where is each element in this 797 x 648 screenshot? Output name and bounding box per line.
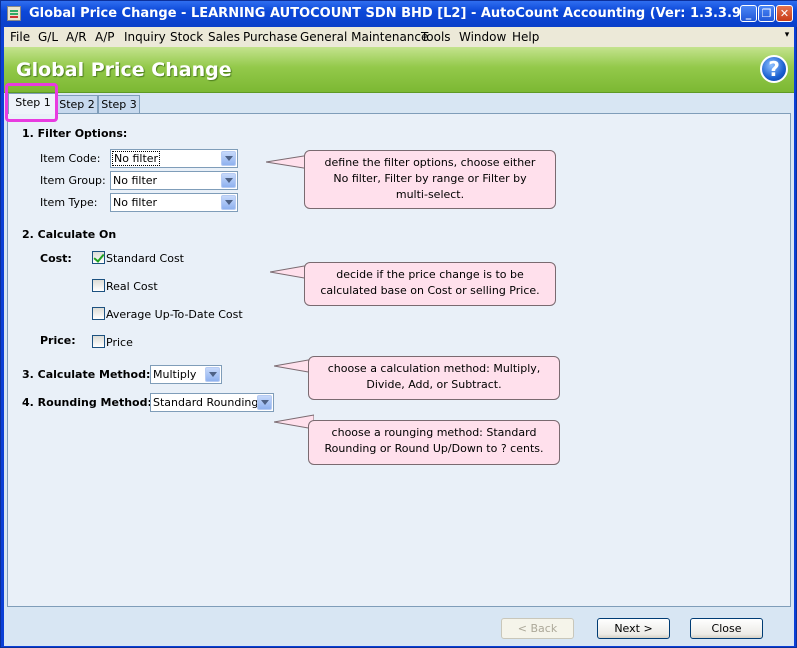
help-icon[interactable]: ? xyxy=(760,55,788,83)
item-group-label: Item Group: xyxy=(40,174,106,187)
chevron-down-icon[interactable] xyxy=(221,151,236,166)
calculate-callout-line: calculated base on Cost or selling Price… xyxy=(320,284,540,297)
average-cost-checkbox[interactable] xyxy=(92,307,105,320)
calculate-method-value: Multiply xyxy=(153,368,197,381)
filter-callout-line: multi-select. xyxy=(395,188,465,201)
calculate-callout: decide if the price change is to be calc… xyxy=(304,262,556,306)
chevron-down-icon[interactable] xyxy=(257,395,272,410)
tab-step-3[interactable]: Step 3 xyxy=(98,95,140,113)
chevron-down-icon[interactable] xyxy=(221,173,236,188)
minimize-button[interactable]: _ xyxy=(740,5,757,22)
tab-step-2[interactable]: Step 2 xyxy=(56,95,98,113)
calculate-on-heading: 2. Calculate On xyxy=(22,228,117,241)
calculate-method-select[interactable]: Multiply xyxy=(150,365,222,384)
menu-ar[interactable]: A/R xyxy=(66,30,87,44)
menu-tools[interactable]: Tools xyxy=(421,30,451,44)
menu-sales[interactable]: Sales xyxy=(208,30,240,44)
rounding-callout-line: choose a rounging method: Standard xyxy=(331,426,537,439)
method-callout-line: Divide, Add, or Subtract. xyxy=(366,378,502,391)
rounding-method-value: Standard Rounding xyxy=(153,396,259,409)
item-type-label: Item Type: xyxy=(40,196,98,209)
back-button[interactable]: < Back xyxy=(501,618,574,639)
menu-bar: File G/L A/R A/P Inquiry Stock Sales Pur… xyxy=(4,27,794,47)
filter-callout: define the filter options, choose either… xyxy=(304,150,556,209)
menu-gl[interactable]: G/L xyxy=(38,30,58,44)
chevron-down-icon[interactable] xyxy=(205,367,220,382)
price-checkbox[interactable] xyxy=(92,335,105,348)
real-cost-checkbox[interactable] xyxy=(92,279,105,292)
filter-callout-line: define the filter options, choose either xyxy=(324,156,536,169)
close-window-button[interactable]: ✕ xyxy=(776,5,793,22)
item-code-select[interactable]: No filter xyxy=(110,149,238,168)
method-callout-line: choose a calculation method: Multiply, xyxy=(327,362,541,375)
close-button[interactable]: Close xyxy=(690,618,763,639)
step-tabs: Step 1 Step 2 Step 3 xyxy=(4,93,794,114)
cost-label: Cost: xyxy=(40,252,72,265)
tab-highlight-annotation xyxy=(5,83,58,122)
chevron-down-icon[interactable] xyxy=(221,195,236,210)
item-group-select[interactable]: No filter xyxy=(110,171,238,190)
menu-overflow-icon[interactable]: ▾ xyxy=(782,30,792,44)
price-checkbox-label[interactable]: Price xyxy=(106,336,133,349)
standard-cost-checkbox[interactable] xyxy=(92,251,105,264)
calculate-method-label: 3. Calculate Method: xyxy=(22,368,151,381)
menu-general-maintenance[interactable]: General Maintenance xyxy=(300,30,428,44)
app-icon xyxy=(7,6,21,21)
standard-cost-label[interactable]: Standard Cost xyxy=(106,252,184,265)
step-1-panel: 1. Filter Options: Item Code: No filter … xyxy=(7,113,791,607)
restore-button[interactable]: ❐ xyxy=(758,5,775,22)
item-code-value: No filter xyxy=(111,151,161,166)
client-area: Global Price Change ? Step 1 Step 2 Step… xyxy=(4,47,794,646)
menu-help[interactable]: Help xyxy=(512,30,539,44)
window-title: Global Price Change - LEARNING AUTOCOUNT… xyxy=(29,6,747,21)
rounding-method-select[interactable]: Standard Rounding xyxy=(150,393,274,412)
page-title: Global Price Change xyxy=(16,59,232,81)
average-cost-label[interactable]: Average Up-To-Date Cost xyxy=(106,308,243,321)
real-cost-label[interactable]: Real Cost xyxy=(106,280,158,293)
menu-inquiry[interactable]: Inquiry xyxy=(124,30,166,44)
menu-window[interactable]: Window xyxy=(459,30,506,44)
item-code-label: Item Code: xyxy=(40,152,101,165)
next-button[interactable]: Next > xyxy=(597,618,670,639)
method-callout: choose a calculation method: Multiply, D… xyxy=(308,356,560,400)
price-label: Price: xyxy=(40,334,76,347)
menu-stock[interactable]: Stock xyxy=(170,30,203,44)
filter-callout-line: No filter, Filter by range or Filter by xyxy=(333,172,527,185)
item-type-select[interactable]: No filter xyxy=(110,193,238,212)
filter-options-heading: 1. Filter Options: xyxy=(22,127,128,140)
rounding-callout-line: Rounding or Round Up/Down to ? cents. xyxy=(324,442,544,455)
item-group-value: No filter xyxy=(113,174,158,187)
app-window: Global Price Change - LEARNING AUTOCOUNT… xyxy=(0,0,797,648)
menu-purchase[interactable]: Purchase xyxy=(243,30,298,44)
rounding-method-label: 4. Rounding Method: xyxy=(22,396,152,409)
form-header: Global Price Change ? xyxy=(4,47,794,93)
menu-file[interactable]: File xyxy=(10,30,30,44)
title-bar[interactable]: Global Price Change - LEARNING AUTOCOUNT… xyxy=(1,1,797,27)
calculate-callout-line: decide if the price change is to be xyxy=(336,268,524,281)
item-type-value: No filter xyxy=(113,196,158,209)
rounding-callout: choose a rounging method: Standard Round… xyxy=(308,420,560,465)
menu-ap[interactable]: A/P xyxy=(95,30,115,44)
